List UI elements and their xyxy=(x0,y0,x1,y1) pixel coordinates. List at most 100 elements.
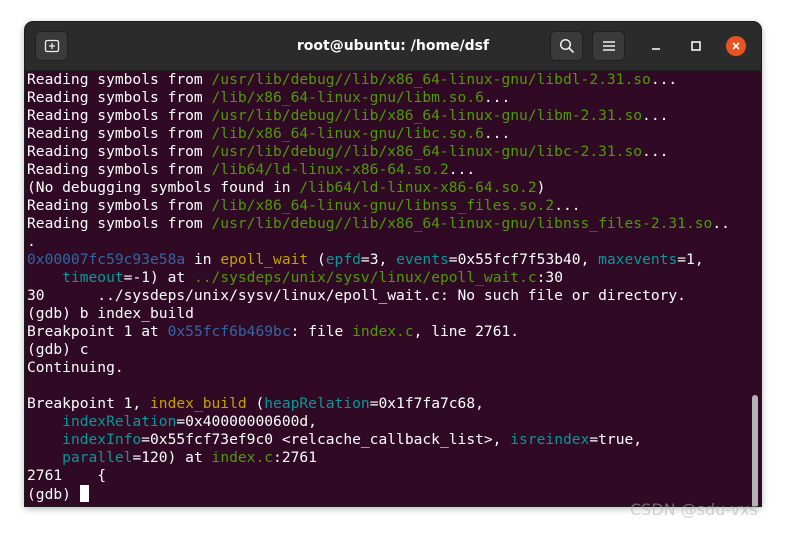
terminal-line: indexRelation=0x40000000600d, xyxy=(27,413,730,431)
close-button[interactable] xyxy=(726,36,746,56)
terminal-output[interactable]: Reading symbols from /usr/lib/debug//lib… xyxy=(25,71,761,506)
terminal-text: .. xyxy=(712,215,730,232)
terminal-text: Reading symbols from xyxy=(27,143,212,160)
terminal-text: 30 ../sysdeps/unix/sysv/linux/epoll_wait… xyxy=(27,287,686,304)
terminal-text: =-1) at xyxy=(123,269,194,286)
terminal-text: isreindex xyxy=(510,431,590,448)
terminal-text: /lib/x86_64-linux-gnu/libm.so.6 xyxy=(211,89,484,106)
terminal-text: Reading symbols from xyxy=(27,125,212,142)
terminal-text: ( xyxy=(308,251,326,268)
terminal-text: ... xyxy=(483,125,511,142)
terminal-text: 2761 { xyxy=(27,467,107,484)
terminal-line: . xyxy=(27,233,730,251)
terminal-text: Reading symbols from xyxy=(27,197,212,214)
scrollbar-thumb[interactable] xyxy=(752,395,758,506)
terminal-line: Reading symbols from /usr/lib/debug//lib… xyxy=(27,215,730,233)
terminal-text: (gdb) c xyxy=(27,341,89,358)
terminal-text: timeout xyxy=(62,269,124,286)
terminal-line: 0x00007fc59c93e58a in epoll_wait (epfd=3… xyxy=(27,251,730,269)
terminal-text: /lib/x86_64-linux-gnu/libnss_files.so.2 xyxy=(211,197,555,214)
terminal-window: root@ubuntu: /home/dsf Reading symbols f… xyxy=(25,22,761,506)
menu-button[interactable] xyxy=(592,31,625,61)
terminal-text: =120) at xyxy=(132,449,212,466)
terminal-text: Reading symbols from xyxy=(27,71,212,88)
terminal-text: ... xyxy=(483,89,511,106)
terminal-text: :30 xyxy=(536,269,563,286)
terminal-text: Continuing. xyxy=(27,359,124,376)
minimize-icon xyxy=(652,48,660,50)
window-title: root@ubuntu: /home/dsf xyxy=(296,38,490,54)
terminal-text: /usr/lib/debug//lib/x86_64-linux-gnu/lib… xyxy=(211,71,651,88)
terminal-line: Reading symbols from /lib/x86_64-linux-g… xyxy=(27,125,730,143)
terminal-line: (gdb) b index_build xyxy=(27,305,730,323)
terminal-line: Reading symbols from /lib/x86_64-linux-g… xyxy=(27,197,730,215)
terminal-text: =0x55fcf73ef9c0 <relcache_callback_list>… xyxy=(141,431,511,448)
search-icon xyxy=(559,38,574,54)
terminal-text: epoll_wait xyxy=(220,251,309,268)
terminal-line: Reading symbols from /lib/x86_64-linux-g… xyxy=(27,89,730,107)
terminal-text: /lib64/ld-linux-x86-64.so.2 xyxy=(211,161,449,178)
terminal-line: Reading symbols from /usr/lib/debug//lib… xyxy=(27,71,730,89)
terminal-line: Reading symbols from /lib64/ld-linux-x86… xyxy=(27,161,730,179)
terminal-text: : file xyxy=(290,323,353,340)
terminal-line: parallel=120) at index.c:2761 xyxy=(27,449,730,467)
terminal-text: index.c xyxy=(211,449,274,466)
terminal-text: (gdb) b index_build xyxy=(27,305,194,322)
terminal-text: indexInfo xyxy=(62,431,142,448)
terminal-text: =true, xyxy=(589,431,643,448)
terminal-text: ( xyxy=(246,395,265,412)
terminal-line: (gdb) c xyxy=(27,341,730,359)
terminal-line: (gdb) xyxy=(27,485,730,503)
minimize-button[interactable] xyxy=(646,36,666,56)
new-tab-button[interactable] xyxy=(35,31,68,61)
terminal-line: Reading symbols from /usr/lib/debug//lib… xyxy=(27,107,730,125)
terminal-text: parallel xyxy=(62,449,133,466)
terminal-text: ../sysdeps/unix/sysv/linux/epoll_wait.c xyxy=(193,269,537,286)
terminal-text: /lib/x86_64-linux-gnu/libc.so.6 xyxy=(211,125,484,142)
title-bar: root@ubuntu: /home/dsf xyxy=(25,22,761,71)
terminal-text: =3, xyxy=(360,251,397,268)
terminal-text: =1, xyxy=(677,251,704,268)
terminal-text: ... xyxy=(448,161,476,178)
terminal-text: =0x40000000600d, xyxy=(176,413,317,430)
terminal-text: events xyxy=(396,251,449,268)
terminal-text: /usr/lib/debug//lib/x86_64-linux-gnu/lib… xyxy=(211,143,643,160)
terminal-text: Breakpoint 1 at xyxy=(27,323,168,340)
watermark: CSDN @sdu-vxs xyxy=(630,500,758,519)
terminal-line: timeout=-1) at ../sysdeps/unix/sysv/linu… xyxy=(27,269,730,287)
terminal-text: ) xyxy=(536,179,546,196)
terminal-text: 0x00007fc59c93e58a xyxy=(27,251,186,268)
terminal-text: index_build xyxy=(150,395,247,412)
terminal-line: Reading symbols from /usr/lib/debug//lib… xyxy=(27,143,730,161)
terminal-text: indexRelation xyxy=(62,413,177,430)
terminal-text: epfd xyxy=(325,251,361,268)
terminal-line: 30 ../sysdeps/unix/sysv/linux/epoll_wait… xyxy=(27,287,730,305)
terminal-text: in xyxy=(185,251,221,268)
terminal-text: . xyxy=(27,233,36,250)
terminal-line: Breakpoint 1 at 0x55fcf6b469bc: file ind… xyxy=(27,323,730,341)
terminal-text: /usr/lib/debug//lib/x86_64-linux-gnu/lib… xyxy=(211,215,713,232)
terminal-line: Breakpoint 1, index_build (heapRelation=… xyxy=(27,395,730,413)
search-button[interactable] xyxy=(550,31,583,61)
terminal-text: index.c xyxy=(352,323,414,340)
terminal-text: (gdb) xyxy=(27,486,80,503)
terminal-text: ... xyxy=(554,197,581,214)
terminal-line: Continuing. xyxy=(27,359,730,377)
terminal-text: Reading symbols from xyxy=(27,89,212,106)
terminal-text: Reading symbols from xyxy=(27,161,212,178)
terminal-text: 0x55fcf6b469bc xyxy=(167,323,291,340)
new-tab-icon xyxy=(44,39,59,53)
terminal-text: maxevents xyxy=(598,251,678,268)
text-cursor xyxy=(79,485,89,502)
maximize-button[interactable] xyxy=(686,36,706,56)
terminal-text: heapRelation xyxy=(264,395,370,412)
terminal-text: =0x55fcf7f53b40, xyxy=(448,251,599,268)
terminal-text: ... xyxy=(642,107,669,124)
close-icon xyxy=(732,42,740,50)
terminal-text: Reading symbols from xyxy=(27,215,212,232)
terminal-text: /lib64/ld-linux-x86-64.so.2 xyxy=(299,179,537,196)
terminal-line: (No debugging symbols found in /lib64/ld… xyxy=(27,179,730,197)
